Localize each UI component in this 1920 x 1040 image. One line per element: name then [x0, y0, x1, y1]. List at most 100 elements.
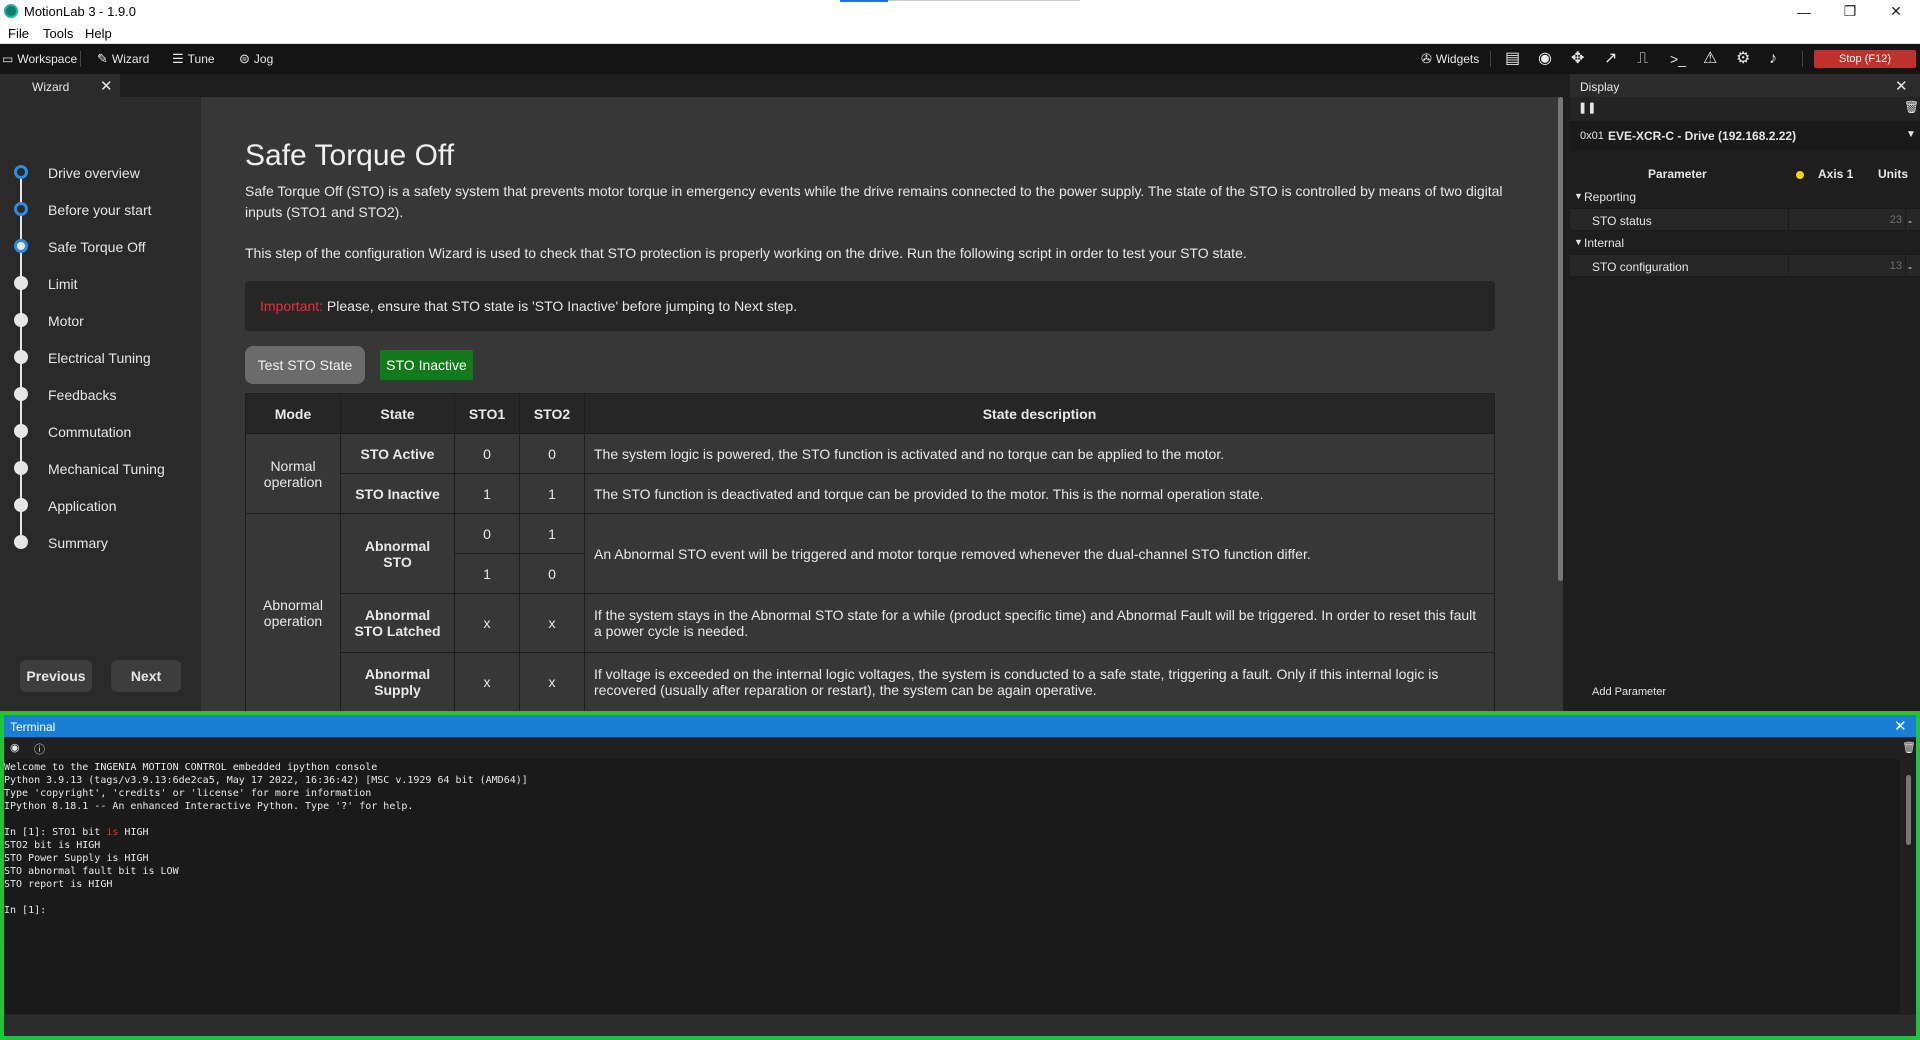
trash-icon[interactable]: 🗑: [1902, 741, 1916, 754]
wizard-step-safe-torque-off[interactable]: Safe Torque Off: [0, 233, 201, 263]
warning-icon[interactable]: ⚠: [1703, 51, 1717, 67]
parameter-column-header: Parameter: [1648, 167, 1707, 181]
menu-file[interactable]: File: [8, 26, 29, 41]
wand-icon: ✎: [97, 51, 108, 66]
terminal-output[interactable]: Welcome to the INGENIA MOTION CONTROL em…: [4, 759, 1900, 1014]
parameter-unit: -: [1908, 260, 1912, 274]
tab-wizard[interactable]: Wizard ✕: [0, 74, 120, 97]
bell-icon[interactable]: ♪: [1769, 51, 1777, 67]
move-icon[interactable]: ✥: [1571, 51, 1584, 67]
previous-button[interactable]: Previous: [20, 660, 92, 692]
wizard-step-motor[interactable]: Motor: [0, 307, 201, 337]
parameter-value: 13: [1889, 260, 1902, 272]
expand-arrow-icon[interactable]: ▼: [1574, 237, 1583, 247]
wizard-step-drive-overview[interactable]: Drive overview: [0, 159, 201, 189]
close-display-icon[interactable]: ✕: [1895, 77, 1908, 95]
display-header: Display ✕: [1570, 74, 1920, 97]
sto1-cell: 1: [454, 473, 520, 514]
close-tab-icon[interactable]: ✕: [100, 77, 113, 95]
sto2-cell: x: [519, 652, 585, 711]
wizard-step-application[interactable]: Application: [0, 492, 201, 522]
wizard-step-before-your-start[interactable]: Before your start: [0, 196, 201, 226]
sto2-cell: 1: [519, 513, 585, 554]
wizard-step-limit[interactable]: Limit: [0, 270, 201, 300]
table-row: Abnormal STO Latched x x If the system s…: [246, 593, 1495, 653]
sto-status-badge: STO Inactive: [380, 350, 473, 380]
sto-states-table: Mode State STO1 STO2 State description N…: [245, 393, 1495, 711]
category-reporting[interactable]: ▼ Reporting: [1570, 187, 1920, 207]
sto1-cell: 1: [454, 553, 520, 594]
instructions-paragraph: This step of the configuration Wizard is…: [245, 245, 1247, 261]
parameter-value: 23: [1889, 214, 1902, 226]
eye-icon[interactable]: ◉: [10, 741, 20, 754]
wizard-step-summary[interactable]: Summary: [0, 529, 201, 559]
terminal-toolbar: ◉ ⓘ 🗑: [4, 737, 1916, 759]
sto1-cell: x: [454, 652, 520, 711]
drive-id: 0x01: [1580, 130, 1604, 142]
terminal-title: Terminal: [10, 720, 56, 734]
restore-button[interactable]: ❐: [1827, 0, 1873, 23]
close-button[interactable]: ✕: [1873, 0, 1919, 23]
title-bar: MotionLab 3 - 1.9.0 — ❐ ✕: [0, 0, 1920, 23]
toolbar: ▭ Workspace ✎ Wizard ☰ Tune ⊜ Jog ✇ Widg…: [0, 44, 1920, 74]
menu-tools[interactable]: Tools: [43, 26, 73, 41]
workspace-icon: ▭: [2, 52, 14, 66]
chevron-down-icon[interactable]: ▼: [1906, 129, 1916, 140]
next-button[interactable]: Next: [111, 660, 181, 692]
trash-icon[interactable]: 🗑: [1904, 100, 1919, 114]
parameter-row[interactable]: STO configuration 13 -: [1570, 254, 1920, 277]
parameter-row[interactable]: STO status 23 -: [1570, 208, 1920, 231]
widgets-button[interactable]: ✇ Widgets: [1421, 51, 1479, 67]
title-divider: [888, 0, 1080, 1]
terminal-input-bar[interactable]: [4, 1015, 1916, 1036]
gear-icon[interactable]: ⚙: [1736, 51, 1750, 67]
wizard-content: Safe Torque Off Safe Torque Off (STO) is…: [201, 97, 1563, 711]
eye-icon[interactable]: ◉: [1538, 51, 1552, 67]
menu-bar: File Tools Help: [0, 23, 1920, 44]
state-cell: Abnormal STO Latched: [340, 593, 455, 653]
terminal-line: STO Power Supply is HIGH: [4, 853, 149, 864]
terminal-scrollbar[interactable]: [1906, 775, 1911, 845]
terminal-panel: Terminal ✕ ◉ ⓘ 🗑 Welcome to the INGENIA …: [0, 711, 1920, 1040]
workspace-button[interactable]: ▭ Workspace: [2, 51, 77, 67]
window-title: MotionLab 3 - 1.9.0: [24, 4, 137, 19]
content-scrollbar[interactable]: [1558, 97, 1563, 581]
minimize-button[interactable]: —: [1781, 0, 1827, 23]
add-parameter-button[interactable]: Add Parameter: [1592, 686, 1666, 698]
terminal-line: Type 'copyright', 'credits' or 'license'…: [4, 788, 372, 799]
description-cell: The STO function is deactivated and torq…: [584, 473, 1495, 514]
stop-button[interactable]: Stop (F12): [1814, 50, 1916, 68]
category-internal[interactable]: ▼ Internal: [1570, 233, 1920, 253]
info-icon[interactable]: ⓘ: [34, 741, 45, 757]
wizard-button[interactable]: ✎ Wizard: [97, 51, 149, 67]
menu-help[interactable]: Help: [85, 26, 112, 41]
wizard-step-electrical-tuning[interactable]: Electrical Tuning: [0, 344, 201, 374]
table-row: STO Inactive 1 1 The STO function is dea…: [246, 473, 1495, 514]
test-sto-state-button[interactable]: Test STO State: [245, 346, 365, 384]
drive-selector[interactable]: 0x01 EVE-XCR-C - Drive (192.168.2.22) ▼: [1570, 121, 1920, 151]
column-header: State description: [584, 393, 1495, 434]
chart-icon[interactable]: ↗: [1604, 51, 1617, 67]
wizard-step-mechanical-tuning[interactable]: Mechanical Tuning: [0, 455, 201, 485]
tune-button[interactable]: ☰ Tune: [172, 51, 215, 67]
wizard-step-commutation[interactable]: Commutation: [0, 418, 201, 448]
close-terminal-icon[interactable]: ✕: [1894, 717, 1907, 735]
list-icon[interactable]: ▤: [1505, 51, 1520, 67]
signal-icon[interactable]: ⎍: [1637, 51, 1648, 67]
terminal-line: In [1]:: [4, 905, 47, 916]
display-toolbar: ❚❚ 🗑: [1570, 97, 1920, 121]
expand-arrow-icon[interactable]: ▼: [1574, 191, 1583, 201]
jog-button[interactable]: ⊜ Jog: [239, 51, 273, 67]
state-cell: STO Active: [340, 433, 455, 474]
step-label: Application: [48, 498, 117, 514]
terminal-icon[interactable]: >_: [1670, 51, 1686, 67]
drive-name: EVE-XCR-C - Drive (192.168.2.22): [1608, 129, 1797, 143]
column-header: STO1: [454, 393, 520, 434]
wizard-step-feedbacks[interactable]: Feedbacks: [0, 381, 201, 411]
mode-cell: Abnormal operation: [245, 513, 341, 711]
pause-icon[interactable]: ❚❚: [1578, 101, 1596, 114]
toolbar-separator: [1802, 51, 1803, 67]
app-logo-icon: [4, 4, 18, 18]
